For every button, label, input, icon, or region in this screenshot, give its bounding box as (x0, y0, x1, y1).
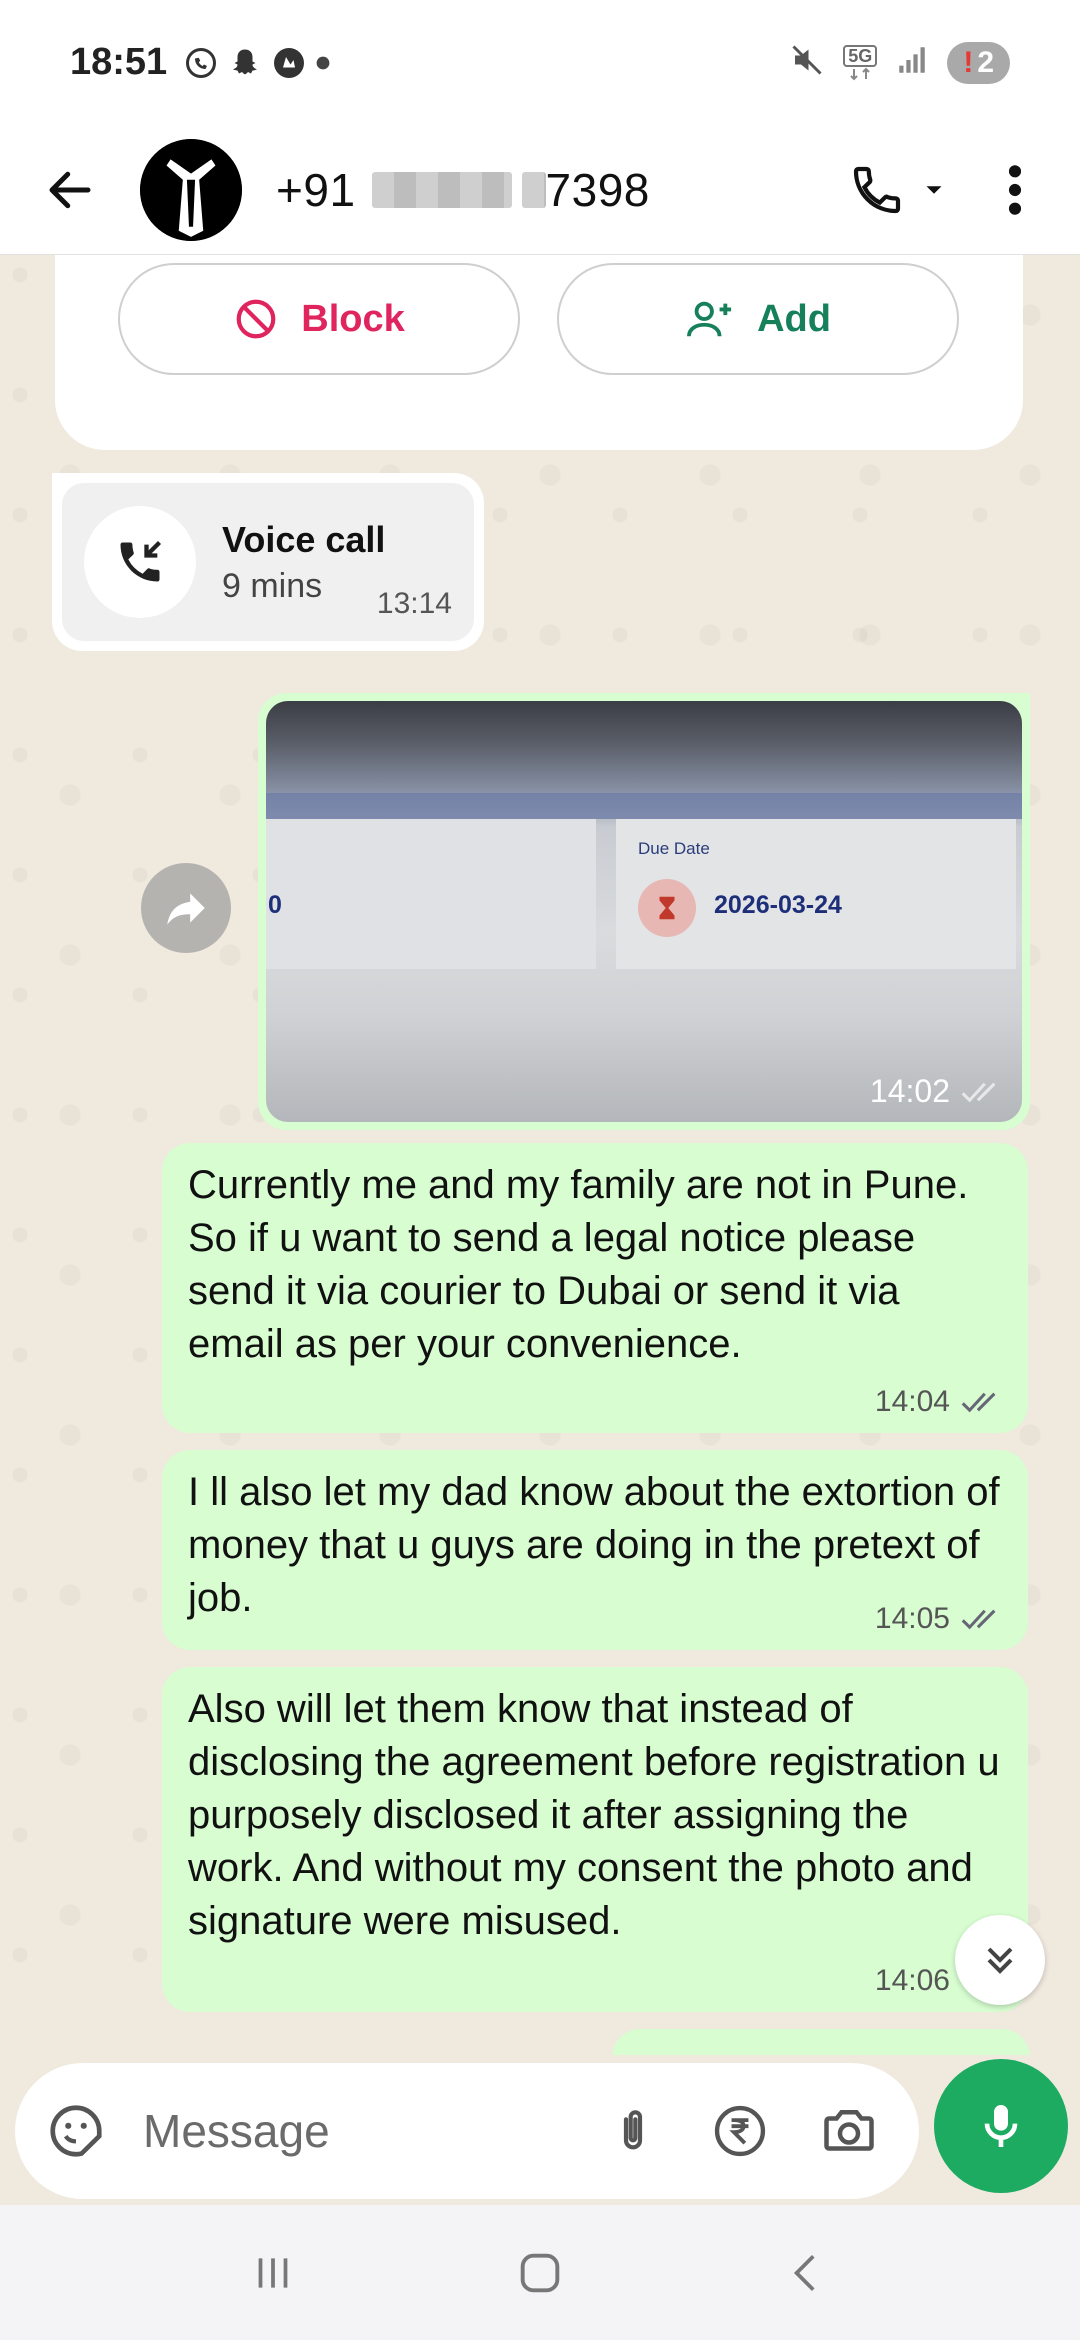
status-bar: 18:51 5G ! 2 (0, 0, 1080, 125)
chevron-down-icon (926, 185, 942, 194)
call-duration: 9 mins (222, 566, 323, 605)
image-meta: 14:02 (870, 1073, 1004, 1110)
forward-arrow-icon (167, 893, 205, 925)
message-text: Currently me and my family are not in Pu… (188, 1163, 969, 1366)
input-actions (605, 2101, 879, 2161)
photo-band (266, 793, 1022, 819)
block-icon (236, 299, 276, 339)
call-texts: Voice call 9 mins (222, 519, 385, 606)
recent-apps-button[interactable] (223, 2223, 323, 2323)
system-nav-bar (0, 2205, 1080, 2340)
message-meta: 14:04 (875, 1385, 1004, 1419)
voice-call-card: Voice call 9 mins 13:14 (62, 483, 474, 641)
double-check-icon (961, 1609, 996, 1630)
photo-partial-text: 0 (268, 891, 282, 919)
image-attachment[interactable]: 0 Due Date 2026-03-24 14:02 (266, 701, 1022, 1122)
block-button[interactable]: Block (118, 263, 520, 375)
add-contact-button[interactable]: Add (557, 263, 959, 375)
message-timestamp: 14:06 (874, 1964, 950, 1997)
message-text: Also will let them know that instead of … (188, 1687, 1000, 1943)
message-timestamp: 14:04 (874, 1385, 950, 1418)
contact-name[interactable]: +91 7398 (276, 163, 650, 217)
image-timestamp: 14:02 (869, 1073, 950, 1109)
contact-avatar[interactable] (140, 138, 242, 241)
microphone-icon (984, 2105, 1018, 2147)
mute-icon (789, 42, 825, 83)
phone-prefix: +91 (276, 163, 356, 216)
camera-button[interactable] (819, 2101, 879, 2161)
rupee-icon (714, 2105, 766, 2157)
call-timestamp: 13:14 (376, 587, 452, 620)
status-time: 18:51 (70, 41, 168, 83)
text-message-bubble[interactable]: I ll also let my dad know about the exto… (162, 1450, 1028, 1650)
chevron-left-icon (793, 2254, 815, 2291)
text-message-bubble[interactable]: Also will let them know that instead of … (162, 1667, 1028, 2012)
add-label: Add (757, 297, 831, 340)
network-label: 5G (843, 44, 878, 67)
advocate-logo-icon (140, 138, 242, 241)
redacted-number (521, 171, 546, 208)
voice-message-button[interactable] (934, 2059, 1068, 2193)
back-button[interactable] (30, 150, 110, 230)
arrow-left-icon (49, 171, 91, 208)
camera-icon (824, 2110, 874, 2151)
chat-header: +91 7398 (0, 125, 1080, 255)
system-back-button[interactable] (757, 2223, 857, 2323)
signal-icon (895, 43, 929, 82)
network-5g-icon: 5G (843, 44, 878, 81)
phone-icon (853, 166, 901, 213)
status-right: 5G ! 2 (789, 41, 1010, 84)
voice-call-button[interactable] (834, 150, 964, 230)
block-label: Block (301, 297, 405, 340)
snapchat-notification-icon (227, 45, 263, 81)
message-timestamp: 14:05 (874, 1602, 950, 1635)
scroll-to-bottom-button[interactable] (955, 1915, 1045, 2005)
chat-area[interactable]: Block Add Voice call 9 mins 13:14 0 Due … (0, 255, 1080, 2055)
home-icon (520, 2253, 560, 2292)
forward-button[interactable] (141, 863, 231, 953)
more-options-button[interactable] (980, 150, 1050, 230)
sticker-smile-icon (50, 2105, 102, 2157)
redacted-number (371, 171, 512, 208)
whatsapp-notification-icon (183, 45, 219, 81)
call-title: Voice call (222, 518, 386, 560)
unknown-contact-card: Block Add (55, 255, 1023, 450)
add-person-icon (687, 301, 732, 337)
incoming-call-icon (120, 540, 162, 582)
voice-call-bubble[interactable]: Voice call 9 mins 13:14 (52, 473, 484, 651)
attach-button[interactable] (605, 2103, 661, 2159)
photo-left-card (266, 819, 596, 969)
hourglass-icon (638, 879, 696, 937)
more-notifications-dot (315, 55, 331, 71)
photo-due-date: 2026-03-24 (714, 891, 842, 919)
text-message-bubble[interactable]: Currently me and my family are not in Pu… (162, 1143, 1028, 1433)
double-chevron-down-icon (987, 1947, 1013, 1974)
call-icon-wrapper (84, 506, 196, 618)
notification-icons (183, 45, 331, 81)
battery-warning-icon: ! (963, 45, 974, 79)
message-meta: 14:05 (875, 1602, 1004, 1636)
partial-message-bubble[interactable] (612, 2029, 1030, 2055)
header-actions (834, 150, 1050, 230)
photo-due-label: Due Date (638, 839, 710, 858)
home-button[interactable] (490, 2223, 590, 2323)
double-check-icon (961, 1082, 996, 1102)
double-check-icon (961, 1392, 996, 1413)
battery-badge: ! 2 (947, 41, 1010, 84)
paperclip-icon (623, 2110, 643, 2150)
phone-suffix: 7398 (545, 163, 650, 216)
payment-button[interactable] (711, 2102, 769, 2160)
image-message-bubble[interactable]: 0 Due Date 2026-03-24 14:02 (258, 693, 1030, 1130)
message-input-pill (15, 2063, 919, 2199)
message-input-bar (0, 2055, 1080, 2205)
app-notification-icon (271, 45, 307, 81)
recent-apps-icon (258, 2257, 288, 2288)
kebab-menu-icon (1008, 164, 1022, 215)
emoji-sticker-button[interactable] (45, 2100, 107, 2162)
message-input[interactable] (143, 2104, 543, 2158)
battery-level: 2 (977, 45, 994, 79)
